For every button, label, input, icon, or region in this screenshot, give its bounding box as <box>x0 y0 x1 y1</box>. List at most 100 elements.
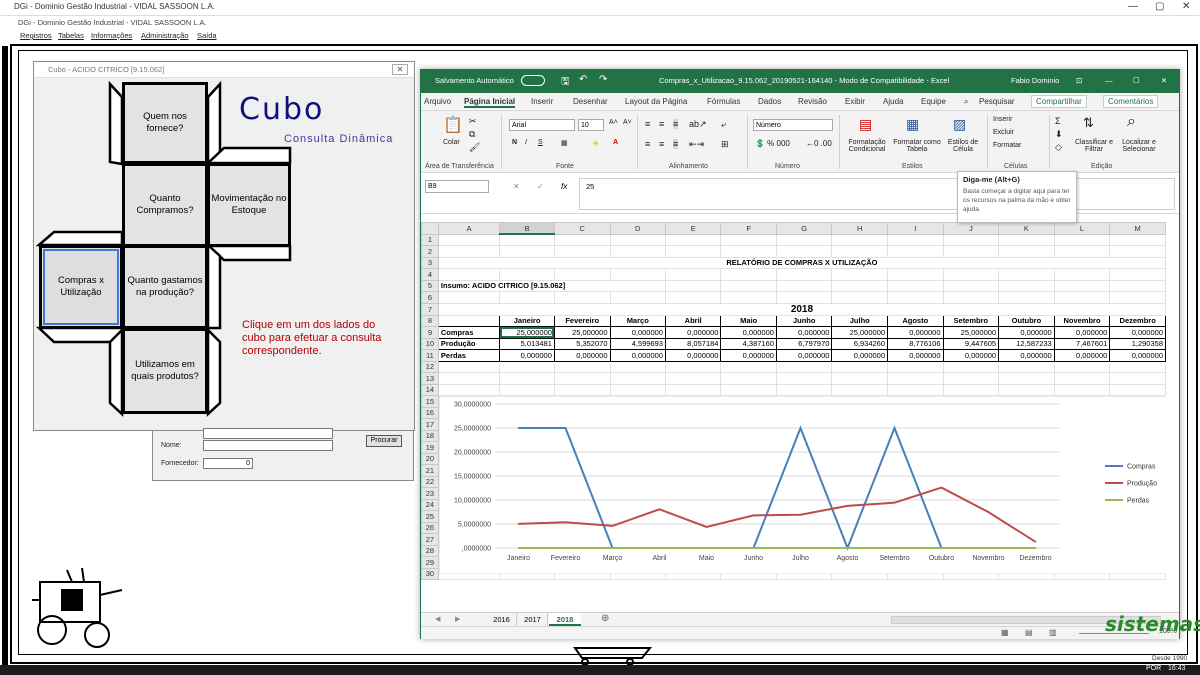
row-header[interactable]: 21 <box>421 464 439 477</box>
cell[interactable] <box>998 291 1055 304</box>
tab-dados[interactable]: Dados <box>758 97 781 106</box>
cell[interactable]: 0,000000 <box>664 326 722 339</box>
cell[interactable]: 7,467601 <box>1053 337 1111 350</box>
cell[interactable] <box>664 372 722 385</box>
add-sheet-icon[interactable]: ⊕ <box>601 613 609 624</box>
cell[interactable] <box>998 360 1055 373</box>
cell[interactable] <box>1053 360 1111 373</box>
cell[interactable]: 0,000000 <box>1053 326 1111 339</box>
copy-icon[interactable]: ⧉ <box>469 129 475 140</box>
cell[interactable] <box>775 383 833 396</box>
select-all[interactable] <box>421 222 439 235</box>
row-header[interactable]: 28 <box>421 544 439 557</box>
cell[interactable] <box>775 372 833 385</box>
align-bottom-icon[interactable]: ≡ <box>673 119 679 129</box>
comments-button[interactable]: Comentários <box>1103 95 1159 108</box>
cell[interactable] <box>664 233 722 246</box>
row-header[interactable]: 17 <box>421 418 439 431</box>
cell[interactable]: 9,447605 <box>942 337 1000 350</box>
cell[interactable] <box>1053 383 1111 396</box>
cell[interactable]: Outubro <box>998 314 1055 327</box>
cell[interactable] <box>998 383 1055 396</box>
cell[interactable] <box>942 233 1000 246</box>
conditional-format-icon[interactable]: ▤ <box>859 116 872 133</box>
row-header[interactable]: 25 <box>421 510 439 523</box>
row-header[interactable]: 13 <box>421 372 439 385</box>
cell[interactable] <box>998 245 1055 258</box>
cell[interactable] <box>720 372 777 385</box>
indent-icon[interactable]: ⇤⇥ <box>689 139 704 150</box>
cell[interactable] <box>437 291 501 304</box>
cell[interactable] <box>942 245 1000 258</box>
cell[interactable]: 6,797970 <box>775 337 833 350</box>
cell[interactable]: 0,000000 <box>942 349 1000 362</box>
delete-cells-button[interactable]: Excluir <box>993 129 1014 136</box>
cell[interactable] <box>942 383 1000 396</box>
maximize-icon[interactable]: ▢ <box>1155 1 1164 12</box>
decimal-icon[interactable]: ←0 .00 <box>806 139 832 148</box>
ribbon-display-icon[interactable]: ⊡ <box>1076 76 1082 85</box>
cell[interactable] <box>499 233 555 246</box>
tab-layout[interactable]: Layout da Página <box>625 97 687 106</box>
column-header[interactable]: E <box>664 222 722 235</box>
cell[interactable]: Produção <box>437 337 501 350</box>
cell[interactable] <box>887 360 944 373</box>
cell[interactable] <box>720 245 777 258</box>
cell[interactable] <box>437 383 501 396</box>
undo-icon[interactable]: ↶ <box>579 74 587 85</box>
cell[interactable]: 0,000000 <box>720 326 777 339</box>
cell[interactable] <box>609 360 666 373</box>
cell[interactable] <box>942 372 1000 385</box>
function-icon[interactable]: fx <box>561 182 567 191</box>
taskbar-lang[interactable]: POR <box>1146 665 1161 672</box>
page-layout-icon[interactable]: ▤ <box>1025 628 1033 637</box>
cell[interactable] <box>887 372 944 385</box>
row-header[interactable]: 24 <box>421 498 439 511</box>
row-header[interactable]: 22 <box>421 475 439 488</box>
cell[interactable]: 0,000000 <box>553 349 611 362</box>
taskbar-time[interactable]: 16:43 <box>1168 665 1186 672</box>
cell[interactable]: 25,000000 <box>499 326 555 339</box>
cell[interactable]: 0,000000 <box>887 326 944 339</box>
top-field[interactable] <box>203 428 333 439</box>
autosum-icon[interactable]: Σ <box>1055 116 1061 126</box>
normal-view-icon[interactable]: ▦ <box>1001 628 1009 637</box>
cell[interactable] <box>609 291 666 304</box>
cell-styles-icon[interactable]: ▨ <box>953 116 966 133</box>
menu-registros[interactable]: Registros <box>20 31 52 40</box>
format-painter-icon[interactable]: 🖌 <box>469 142 480 153</box>
cell[interactable]: 0,000000 <box>609 326 666 339</box>
cell[interactable] <box>998 268 1055 281</box>
cell[interactable] <box>499 268 555 281</box>
cell[interactable] <box>1109 360 1166 373</box>
cell[interactable]: 5,013481 <box>499 337 555 350</box>
align-right-icon[interactable]: ≡ <box>673 139 679 149</box>
wrap-text-icon[interactable]: ⤶ <box>721 119 726 130</box>
cell[interactable] <box>942 360 1000 373</box>
cell[interactable] <box>437 360 501 373</box>
page-break-icon[interactable]: ▥ <box>1049 628 1057 637</box>
search-icon[interactable]: ⌕ <box>964 97 968 107</box>
find-select-button[interactable]: Localizar e Selecionar <box>1115 139 1163 153</box>
redo-icon[interactable]: ↷ <box>599 74 607 85</box>
row-header[interactable]: 23 <box>421 487 439 500</box>
bold-icon[interactable]: N <box>512 139 517 146</box>
cell[interactable]: 5,352070 <box>553 337 611 350</box>
cell[interactable] <box>1053 233 1111 246</box>
insert-cells-button[interactable]: Inserir <box>993 116 1012 123</box>
tab-desenhar[interactable]: Desenhar <box>573 97 608 106</box>
tab-revisao[interactable]: Revisão <box>798 97 827 106</box>
row-header[interactable]: 12 <box>421 360 439 373</box>
column-header[interactable]: K <box>998 222 1055 235</box>
font-color-icon[interactable]: A <box>613 139 618 146</box>
nome-field[interactable] <box>203 440 333 451</box>
row-header[interactable]: 4 <box>421 268 439 281</box>
cell[interactable]: 0,000000 <box>775 326 833 339</box>
fornecedor-field[interactable] <box>203 458 253 469</box>
cell[interactable] <box>553 268 611 281</box>
cell[interactable]: 0,000000 <box>1109 349 1166 362</box>
row-header[interactable]: 1 <box>421 233 439 246</box>
cell[interactable] <box>831 372 889 385</box>
currency-icon[interactable]: 💲 % 000 <box>755 139 790 148</box>
cell[interactable]: Julho <box>831 314 889 327</box>
